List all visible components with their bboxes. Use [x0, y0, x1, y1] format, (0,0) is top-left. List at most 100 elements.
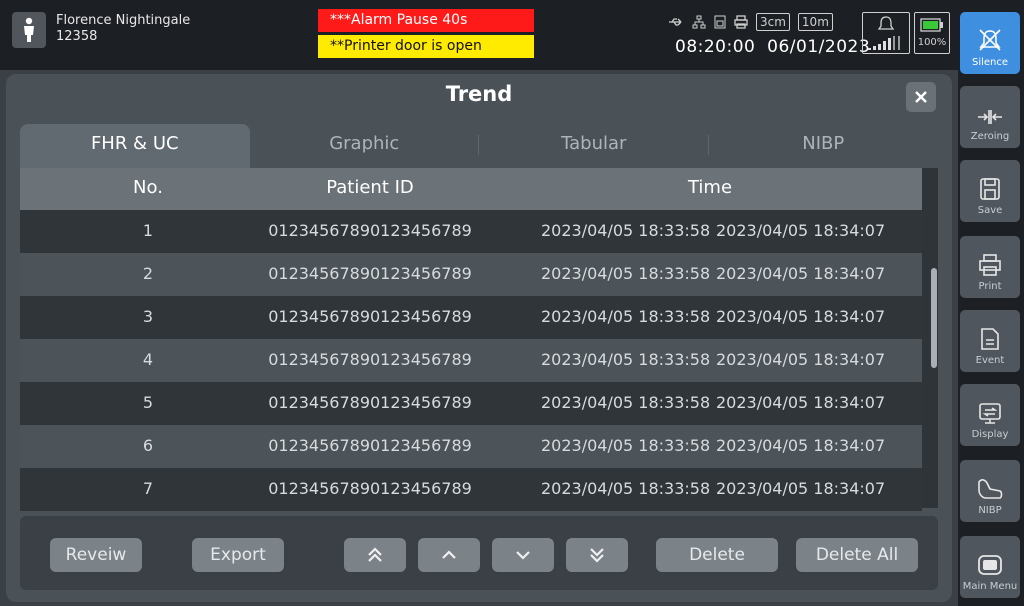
close-button[interactable]: [906, 82, 936, 112]
system-indicators: 3cm 10m: [668, 13, 833, 31]
trend-dialog: Trend FHR & UC Graphic Tabular NIBP No. …: [6, 74, 952, 602]
export-button[interactable]: Export: [192, 538, 284, 572]
action-bar: Reveiw Export Delete Delete All: [20, 516, 938, 590]
nibp-button[interactable]: NIBP: [960, 460, 1020, 522]
battery-icon: [920, 18, 943, 32]
cell-end-time: 2023/04/05 18:34:07: [716, 264, 886, 283]
table-header: No. Patient ID Time: [20, 168, 922, 210]
cell-end-time: 2023/04/05 18:34:07: [716, 307, 886, 326]
table-row[interactable]: 2 01234567890123456789 2023/04/05 18:33:…: [20, 253, 922, 296]
floppy-icon: [980, 178, 1000, 200]
tab-graphic[interactable]: Graphic: [250, 124, 479, 168]
row-down-button[interactable]: [492, 538, 554, 572]
main-menu-button[interactable]: Main Menu: [960, 536, 1020, 598]
cell-start-time: 2023/04/05 18:33:58: [541, 479, 711, 498]
usb-icon: [669, 18, 682, 26]
cell-patient-id: 01234567890123456789: [268, 479, 472, 498]
table-row[interactable]: 4 01234567890123456789 2023/04/05 18:33:…: [20, 339, 922, 382]
page-down-button[interactable]: [566, 538, 628, 572]
battery-percent: 100%: [917, 37, 947, 48]
cell-patient-id: 01234567890123456789: [268, 436, 472, 455]
header-patient-id: Patient ID: [326, 177, 414, 198]
volume-bars-icon: [868, 36, 900, 50]
printer-icon: [979, 254, 1001, 276]
document-icon: [981, 328, 999, 350]
cell-start-time: 2023/04/05 18:33:58: [541, 436, 711, 455]
cell-no: 5: [142, 393, 154, 412]
paper-speed-indicator: 3cm: [756, 13, 790, 31]
cell-patient-id: 01234567890123456789: [268, 307, 472, 326]
table-row[interactable]: 3 01234567890123456789 2023/04/05 18:33:…: [20, 296, 922, 339]
printer-status-icon: [734, 15, 748, 29]
monitor-icon: [979, 403, 1001, 424]
alarm-pause-banner[interactable]: ***Alarm Pause 40s: [318, 9, 534, 32]
time-display: 08:20:00: [675, 37, 756, 57]
row-up-button[interactable]: [418, 538, 480, 572]
table-row[interactable]: 7 01234567890123456789 2023/04/05 18:33:…: [20, 468, 922, 511]
save-button[interactable]: Save: [960, 160, 1020, 222]
tab-tabular-label: Tabular: [561, 133, 627, 154]
cell-patient-id: 01234567890123456789: [268, 264, 472, 283]
network-icon: [692, 15, 706, 29]
cell-end-time: 2023/04/05 18:34:07: [716, 479, 886, 498]
bell-off-icon: [979, 29, 1001, 51]
cell-end-time: 2023/04/05 18:34:07: [716, 221, 886, 240]
cell-end-time: 2023/04/05 18:34:07: [716, 393, 886, 412]
trend-table: No. Patient ID Time 1 012345678901234567…: [20, 168, 938, 511]
table-scrollbar[interactable]: [930, 168, 938, 508]
zeroing-button[interactable]: Zeroing: [960, 86, 1020, 148]
chevron-down-icon: [516, 551, 530, 560]
main-menu-label: Main Menu: [962, 581, 1018, 592]
event-button[interactable]: Event: [960, 310, 1020, 372]
print-label: Print: [978, 281, 1002, 292]
display-button[interactable]: Display: [960, 384, 1020, 446]
review-button[interactable]: Reveiw: [50, 538, 142, 572]
zeroing-icon: [978, 110, 1002, 124]
double-chevron-up-icon: [368, 547, 382, 562]
cell-no: 6: [142, 436, 154, 455]
delete-button[interactable]: Delete: [656, 538, 778, 572]
right-sidebar: Silence Zeroing Save Print Event Display…: [958, 0, 1024, 606]
battery-indicator: 100%: [914, 12, 950, 54]
cell-start-time: 2023/04/05 18:33:58: [541, 307, 711, 326]
patient-name: Florence Nightingale: [56, 13, 191, 28]
silence-button[interactable]: Silence: [960, 12, 1020, 74]
page-up-button[interactable]: [344, 538, 406, 572]
storage-icon: [714, 15, 726, 29]
tab-fhr-uc[interactable]: FHR & UC: [20, 124, 250, 168]
cell-no: 3: [142, 307, 154, 326]
cell-start-time: 2023/04/05 18:33:58: [541, 393, 711, 412]
scrollbar-thumb[interactable]: [931, 268, 937, 368]
silence-label: Silence: [971, 57, 1009, 68]
clock: 08:20:00 06/01/2023: [675, 37, 870, 57]
menu-screen-icon: [978, 555, 1002, 575]
table-row[interactable]: 5 01234567890123456789 2023/04/05 18:33:…: [20, 382, 922, 425]
cell-no: 7: [142, 479, 154, 498]
cell-end-time: 2023/04/05 18:34:07: [716, 350, 886, 369]
cell-patient-id: 01234567890123456789: [268, 350, 472, 369]
cell-patient-id: 01234567890123456789: [268, 221, 472, 240]
cell-end-time: 2023/04/05 18:34:07: [716, 436, 886, 455]
save-label: Save: [977, 205, 1003, 216]
delete-all-button[interactable]: Delete All: [796, 538, 918, 572]
header-no: No.: [133, 177, 163, 198]
tab-tabular[interactable]: Tabular: [479, 124, 709, 168]
table-row[interactable]: 1 01234567890123456789 2023/04/05 18:33:…: [20, 210, 922, 253]
tab-bar: FHR & UC Graphic Tabular NIBP: [20, 124, 938, 168]
printer-alarm-banner[interactable]: **Printer door is open: [318, 35, 534, 58]
event-label: Event: [975, 355, 1005, 366]
tab-graphic-label: Graphic: [329, 133, 400, 154]
patient-icon[interactable]: [12, 12, 46, 48]
tab-nibp[interactable]: NIBP: [709, 124, 939, 168]
cell-no: 4: [142, 350, 154, 369]
close-icon: [915, 91, 927, 103]
cell-no: 1: [142, 221, 154, 240]
print-button[interactable]: Print: [960, 236, 1020, 298]
alarm-volume-indicator[interactable]: [862, 12, 910, 54]
cell-start-time: 2023/04/05 18:33:58: [541, 264, 711, 283]
status-bar: Florence Nightingale 12358 ***Alarm Paus…: [0, 0, 958, 70]
table-row[interactable]: 6 01234567890123456789 2023/04/05 18:33:…: [20, 425, 922, 468]
bp-cuff-icon: [978, 479, 1003, 499]
nibp-label: NIBP: [978, 505, 1002, 516]
interval-indicator: 10m: [797, 13, 833, 31]
